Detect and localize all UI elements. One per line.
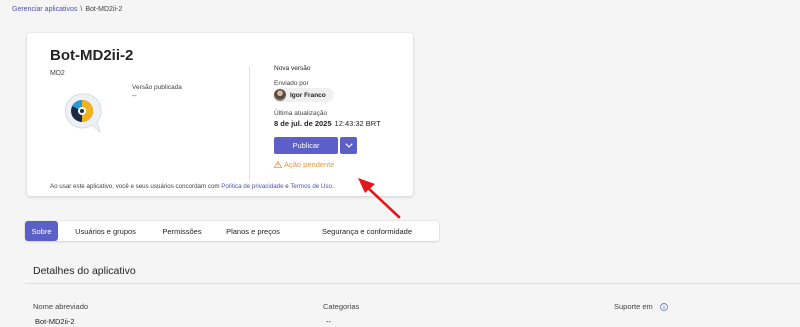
- chevron-down-icon: [344, 143, 353, 148]
- support-label: Suporte em: [614, 302, 653, 311]
- tab-bar: Sobre Usuários e grupos Permissões Plano…: [25, 221, 439, 241]
- publish-button[interactable]: Publicar: [274, 137, 338, 154]
- terms-of-use-link[interactable]: Termos de Uso: [290, 183, 332, 190]
- published-version-label: Versão publicada: [132, 84, 182, 91]
- avatar: [274, 89, 286, 101]
- last-update-value: 8 de jul. de 2025 12:43:32 BRT: [274, 119, 381, 128]
- privacy-policy-link[interactable]: Política de privacidade: [221, 183, 283, 190]
- consent-text: Ao usar este aplicativo, você e seus usu…: [50, 183, 334, 190]
- categories-value: --: [326, 317, 331, 326]
- app-details-title: Detalhes do aplicativo: [33, 265, 136, 277]
- info-icon[interactable]: [660, 303, 668, 311]
- breadcrumb-link-manage-apps[interactable]: Gerenciar aplicativos: [12, 6, 77, 13]
- published-version-value: --: [132, 93, 137, 100]
- app-summary-card: Bot-MD2ii-2 MD2 Versão publicada -- Nova…: [27, 33, 413, 219]
- app-subtitle: MD2: [50, 70, 65, 77]
- section-divider: [25, 283, 800, 284]
- tab-permissions[interactable]: Permissões: [153, 221, 211, 241]
- tab-users-groups[interactable]: Usuários e grupos: [58, 221, 153, 241]
- sent-by-label: Enviado por: [274, 80, 309, 87]
- app-title: Bot-MD2ii-2: [50, 47, 134, 64]
- consent-suffix: .: [331, 183, 334, 190]
- last-update-date: 8 de jul. de 2025: [274, 119, 332, 128]
- annotation-arrow-icon: [358, 178, 401, 219]
- tab-about[interactable]: Sobre: [25, 221, 58, 241]
- submitter-name: Igor Franco: [290, 91, 326, 99]
- tab-plans-pricing[interactable]: Planos e preços: [211, 221, 295, 241]
- support-field: Suporte em: [614, 302, 668, 311]
- short-name-value: Bot-MD2ii-2: [35, 317, 75, 326]
- pending-action-status: Ação pendente: [274, 160, 334, 169]
- consent-prefix: Ao usar este aplicativo, você e seus usu…: [50, 183, 222, 190]
- publish-options-button[interactable]: [340, 137, 357, 154]
- submitter-chip[interactable]: Igor Franco: [273, 88, 334, 102]
- categories-label: Categorias: [323, 302, 360, 311]
- tab-security-compliance[interactable]: Segurança e conformidade: [295, 221, 439, 241]
- app-logo-icon: [64, 93, 102, 134]
- breadcrumb: Gerenciar aplicativos \ Bot-MD2ii-2: [12, 6, 122, 13]
- breadcrumb-separator: \: [80, 6, 83, 13]
- last-update-time: 12:43:32 BRT: [334, 119, 381, 128]
- card-divider: [249, 66, 250, 180]
- short-name-label: Nome abreviado: [33, 302, 89, 311]
- pending-action-label: Ação pendente: [284, 160, 335, 169]
- warning-icon: [274, 161, 282, 168]
- new-version-heading: Nova versão: [274, 65, 311, 72]
- last-update-label: Última atualização: [274, 110, 328, 117]
- breadcrumb-current: Bot-MD2ii-2: [85, 6, 123, 13]
